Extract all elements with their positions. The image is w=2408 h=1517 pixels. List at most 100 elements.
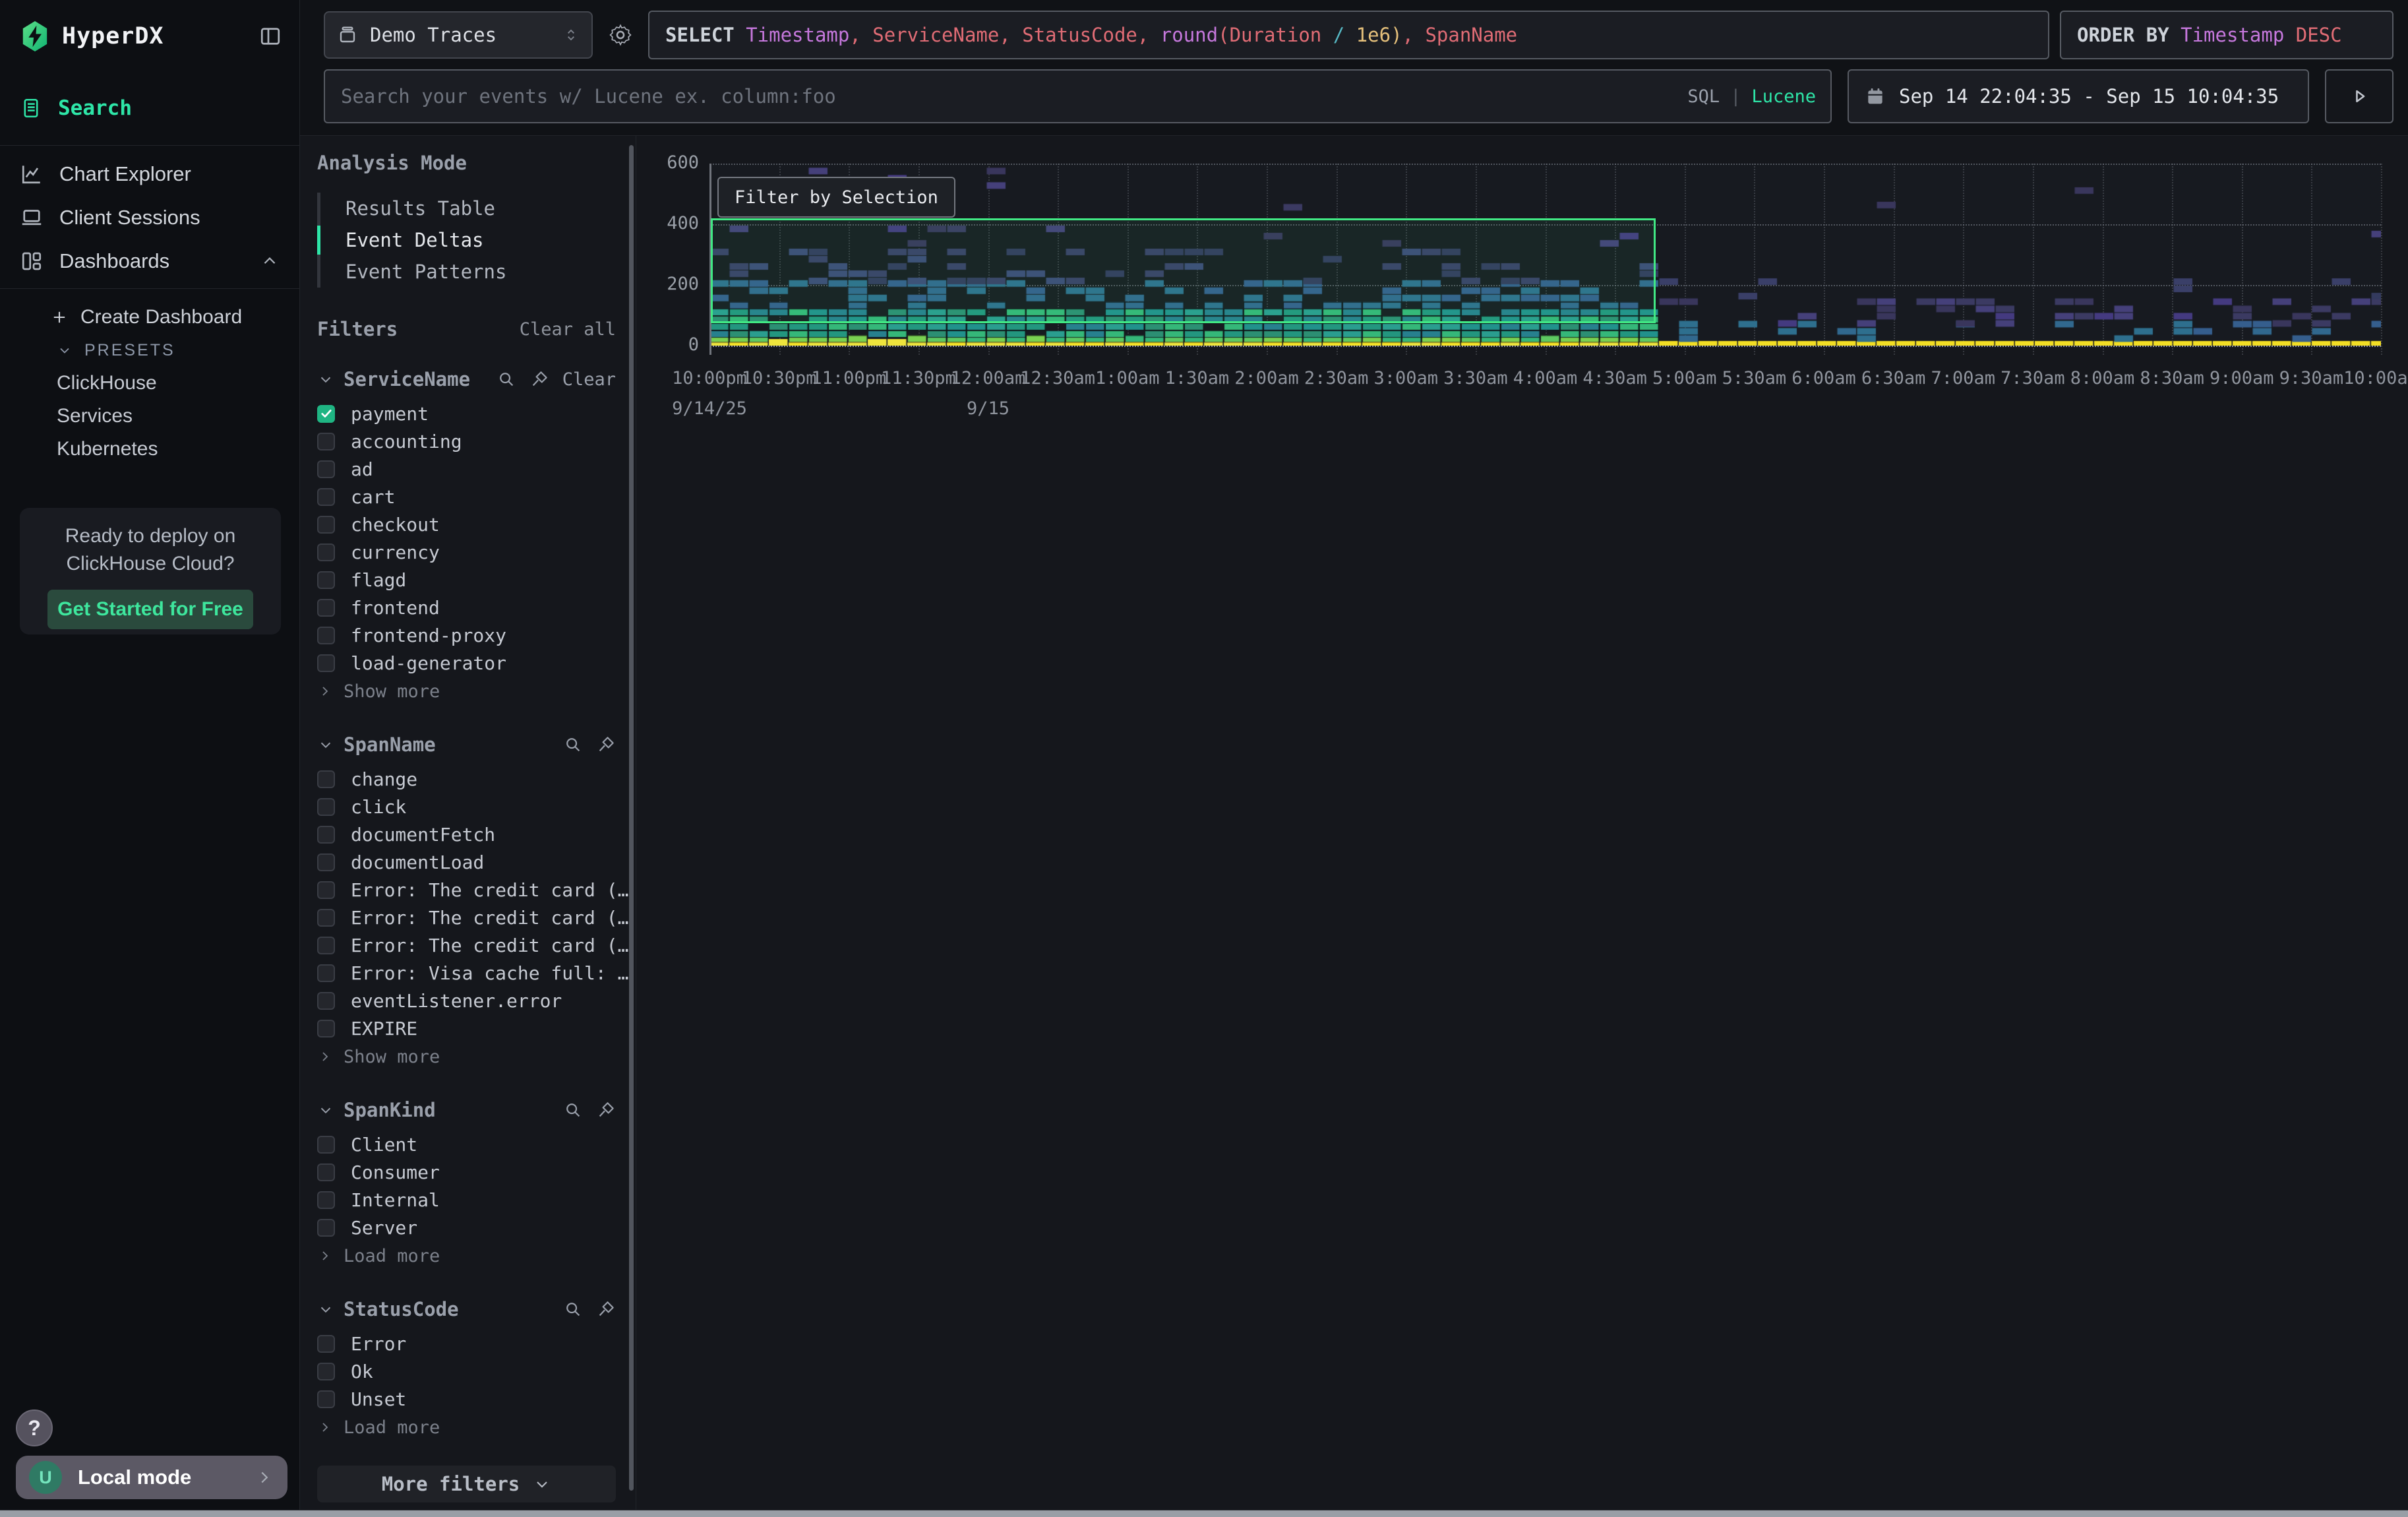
local-mode-button[interactable]: U Local mode <box>16 1456 287 1499</box>
analysis-mode-results-table[interactable]: Results Table <box>320 193 616 224</box>
search-icon[interactable] <box>497 369 516 389</box>
chevron-down-icon[interactable] <box>317 1101 334 1119</box>
pin-icon[interactable] <box>596 1100 616 1120</box>
filter-option-error-the-credit-card[interactable]: Error: The credit card (… <box>317 931 616 959</box>
clear-filter-button[interactable]: Clear <box>562 369 616 390</box>
sql-orderby-editor[interactable]: ORDER BY Timestamp DESC <box>2060 11 2393 59</box>
filter-option-consumer[interactable]: Consumer <box>317 1158 616 1186</box>
checkbox[interactable] <box>317 433 335 450</box>
clear-all-button[interactable]: Clear all <box>520 319 616 340</box>
presets-toggle[interactable]: PRESETS <box>0 334 299 367</box>
checkbox[interactable] <box>317 1219 335 1237</box>
checkbox[interactable] <box>317 1335 335 1353</box>
filter-option-client[interactable]: Client <box>317 1130 616 1158</box>
checkbox-checked[interactable] <box>317 405 335 423</box>
checkbox[interactable] <box>317 627 335 644</box>
filter-section-title[interactable]: ServiceName <box>344 368 487 390</box>
sidebar-item-client-sessions[interactable]: Client Sessions <box>0 196 299 239</box>
sidebar-item-kubernetes[interactable]: Kubernetes <box>0 433 299 466</box>
filter-option-change[interactable]: change <box>317 765 616 793</box>
filter-option-frontend[interactable]: frontend <box>317 594 616 621</box>
filter-option-ok[interactable]: Ok <box>317 1357 616 1385</box>
pin-icon[interactable] <box>529 369 549 389</box>
checkbox[interactable] <box>317 1020 335 1037</box>
date-range-picker[interactable]: Sep 14 22:04:35 - Sep 15 10:04:35 <box>1848 69 2309 123</box>
filter-option-flagd[interactable]: flagd <box>317 566 616 594</box>
show-more-link[interactable]: Show more <box>317 1042 616 1071</box>
filter-option-ad[interactable]: ad <box>317 455 616 483</box>
more-filters-button[interactable]: More filters <box>317 1466 616 1502</box>
collapse-sidebar-icon[interactable] <box>258 24 282 48</box>
chevron-down-icon[interactable] <box>317 1301 334 1318</box>
pin-icon[interactable] <box>596 1299 616 1319</box>
search-icon[interactable] <box>563 735 583 755</box>
checkbox[interactable] <box>317 909 335 927</box>
filter-option-click[interactable]: click <box>317 793 616 820</box>
filter-option-cart[interactable]: cart <box>317 483 616 511</box>
horizontal-scrollbar[interactable] <box>0 1510 2408 1517</box>
sql-select-editor[interactable]: SELECT Timestamp, ServiceName, StatusCod… <box>648 11 2049 59</box>
chevron-up-icon[interactable] <box>260 251 280 271</box>
load-more-link[interactable]: Load more <box>317 1413 616 1442</box>
filter-option-expire[interactable]: EXPIRE <box>317 1014 616 1042</box>
checkbox[interactable] <box>317 654 335 672</box>
checkbox[interactable] <box>317 1390 335 1408</box>
filter-option-documentload[interactable]: documentLoad <box>317 848 616 876</box>
filter-section-title[interactable]: SpanName <box>344 733 554 756</box>
filter-by-selection-tooltip[interactable]: Filter by Selection <box>717 177 955 218</box>
filter-section-title[interactable]: SpanKind <box>344 1099 554 1121</box>
show-more-link[interactable]: Show more <box>317 677 616 706</box>
create-dashboard-button[interactable]: Create Dashboard <box>0 301 299 334</box>
search-input[interactable] <box>340 84 1677 108</box>
checkbox[interactable] <box>317 571 335 589</box>
filter-option-server[interactable]: Server <box>317 1214 616 1241</box>
sidebar-item-chart-explorer[interactable]: Chart Explorer <box>0 152 299 196</box>
chevron-down-icon[interactable] <box>317 736 334 753</box>
checkbox[interactable] <box>317 964 335 982</box>
sidebar-item-search[interactable]: Search <box>0 87 299 129</box>
filter-option-checkout[interactable]: checkout <box>317 511 616 538</box>
checkbox[interactable] <box>317 1163 335 1181</box>
filter-option-error-the-credit-card[interactable]: Error: The credit card (… <box>317 876 616 904</box>
filter-option-unset[interactable]: Unset <box>317 1385 616 1413</box>
language-toggle-lucene[interactable]: Lucene <box>1751 86 1816 107</box>
filter-option-load-generator[interactable]: load-generator <box>317 649 616 677</box>
filter-option-accounting[interactable]: accounting <box>317 427 616 455</box>
sidebar-item-dashboards[interactable]: Dashboards <box>0 239 299 283</box>
chart-selection-rectangle[interactable] <box>711 218 1656 323</box>
analysis-mode-event-deltas[interactable]: Event Deltas <box>320 224 616 256</box>
chevron-down-icon[interactable] <box>317 371 334 388</box>
filter-option-documentfetch[interactable]: documentFetch <box>317 820 616 848</box>
run-query-button[interactable] <box>2325 69 2393 123</box>
checkbox[interactable] <box>317 1136 335 1154</box>
filter-section-title[interactable]: StatusCode <box>344 1298 554 1320</box>
source-select[interactable]: Demo Traces <box>324 11 593 59</box>
filter-option-currency[interactable]: currency <box>317 538 616 566</box>
filter-option-payment[interactable]: payment <box>317 400 616 427</box>
checkbox[interactable] <box>317 798 335 816</box>
checkbox[interactable] <box>317 853 335 871</box>
analysis-mode-event-patterns[interactable]: Event Patterns <box>320 256 616 288</box>
checkbox[interactable] <box>317 770 335 788</box>
sidebar-item-clickhouse[interactable]: ClickHouse <box>0 367 299 400</box>
checkbox[interactable] <box>317 992 335 1010</box>
checkbox[interactable] <box>317 937 335 954</box>
checkbox[interactable] <box>317 1363 335 1380</box>
filter-option-eventlistener-error[interactable]: eventListener.error <box>317 987 616 1014</box>
search-icon[interactable] <box>563 1299 583 1319</box>
checkbox[interactable] <box>317 460 335 478</box>
get-started-button[interactable]: Get Started for Free <box>47 590 253 629</box>
source-settings-button[interactable] <box>603 22 638 47</box>
checkbox[interactable] <box>317 543 335 561</box>
load-more-link[interactable]: Load more <box>317 1241 616 1270</box>
language-toggle-sql[interactable]: SQL <box>1687 86 1720 107</box>
pin-icon[interactable] <box>596 735 616 755</box>
filter-option-internal[interactable]: Internal <box>317 1186 616 1214</box>
filter-option-error-visa-cache-full[interactable]: Error: Visa cache full: … <box>317 959 616 987</box>
checkbox[interactable] <box>317 488 335 506</box>
checkbox[interactable] <box>317 1191 335 1209</box>
sidebar-item-services[interactable]: Services <box>0 400 299 433</box>
filter-option-error-the-credit-card[interactable]: Error: The credit card (… <box>317 904 616 931</box>
checkbox[interactable] <box>317 881 335 899</box>
filter-option-error[interactable]: Error <box>317 1330 616 1357</box>
